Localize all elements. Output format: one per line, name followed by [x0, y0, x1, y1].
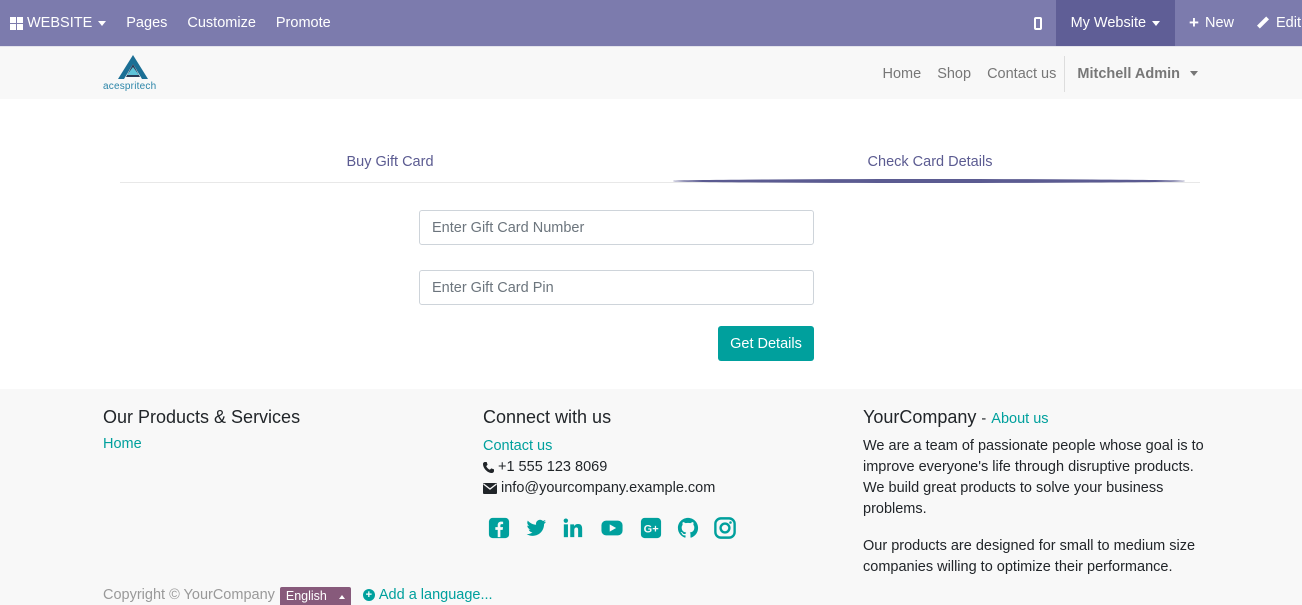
chevron-down-icon	[1190, 71, 1198, 77]
my-website-dropdown[interactable]: My Website	[1055, 0, 1176, 46]
plus-circle-icon: +	[362, 589, 375, 601]
envelope-icon	[483, 483, 497, 494]
mobile-preview-button[interactable]	[1020, 0, 1056, 46]
facebook-icon[interactable]	[488, 517, 510, 539]
website-menu-label: WEBSITE	[27, 15, 93, 31]
linkedin-icon[interactable]	[562, 517, 584, 539]
language-selector[interactable]: English	[279, 587, 351, 605]
copyright-text: Copyright © YourCompany	[103, 587, 275, 603]
social-links: G+	[488, 517, 813, 539]
site-header: acespritech Home Shop Contact us Mitchel…	[0, 46, 1302, 99]
youtube-icon[interactable]	[599, 517, 625, 539]
tab-check-card-details[interactable]: Check Card Details	[660, 143, 1200, 179]
edit-label: Edit	[1276, 15, 1301, 31]
phone-number: +1 555 123 8069	[498, 459, 608, 475]
add-language-label: Add a language...	[378, 587, 493, 603]
email-address: info@yourcompany.example.com	[501, 480, 716, 496]
footer-company-title: YourCompany - About us	[863, 407, 1213, 428]
copyright-bar: Copyright © YourCompany English + Add a …	[103, 587, 493, 605]
logo-text: acespritech	[103, 81, 157, 92]
main-nav: Home Shop Contact us Mitchell Admin	[875, 47, 1207, 100]
menu-promote[interactable]: Promote	[266, 0, 341, 46]
active-tab-indicator	[673, 179, 1185, 183]
footer-connect-title: Connect with us	[483, 407, 612, 427]
nav-shop[interactable]: Shop	[929, 66, 979, 82]
title-separator: -	[981, 411, 987, 427]
footer: Our Products & Services Home Connect wit…	[0, 389, 1302, 605]
nav-contact-us[interactable]: Contact us	[979, 66, 1064, 82]
user-name: Mitchell Admin	[1077, 65, 1180, 82]
footer-products: Our Products & Services Home	[103, 407, 300, 452]
chevron-down-icon	[98, 20, 107, 26]
google-plus-icon[interactable]: G+	[640, 517, 662, 539]
footer-phone: +1 555 123 8069	[483, 457, 813, 478]
add-language-link[interactable]: + Add a language...	[362, 587, 493, 603]
mobile-phone-icon	[1033, 16, 1042, 30]
get-details-button[interactable]: Get Details	[718, 326, 814, 361]
admin-bar: WEBSITE Pages Customize Promote My Websi…	[0, 0, 1302, 46]
svg-text:G+: G+	[644, 524, 659, 536]
footer-connect: Connect with us Contact us +1 555 123 80…	[483, 407, 813, 539]
site-logo[interactable]: acespritech	[103, 55, 163, 93]
company-name: YourCompany	[863, 407, 977, 427]
twitter-icon[interactable]	[525, 517, 547, 539]
footer-company: YourCompany - About us We are a team of …	[863, 407, 1213, 578]
menu-customize[interactable]: Customize	[177, 0, 266, 46]
github-icon[interactable]	[677, 517, 699, 539]
about-us-link[interactable]: About us	[991, 411, 1048, 427]
footer-home-link[interactable]: Home	[103, 436, 300, 452]
apps-grid-icon	[10, 16, 23, 30]
footer-products-title: Our Products & Services	[103, 407, 301, 427]
user-menu[interactable]: Mitchell Admin	[1069, 66, 1206, 82]
company-products-description: Our products are designed for small to m…	[863, 538, 1196, 575]
pencil-icon	[1258, 17, 1270, 29]
new-label: New	[1204, 15, 1234, 31]
chevron-up-icon	[338, 595, 345, 599]
nav-home[interactable]: Home	[875, 66, 930, 82]
footer-email: info@yourcompany.example.com	[483, 478, 813, 499]
website-menu[interactable]: WEBSITE	[0, 0, 116, 46]
company-description: We are a team of passionate people whose…	[863, 438, 1204, 517]
acespritech-logo-icon	[118, 55, 148, 79]
phone-icon	[483, 462, 494, 473]
plus-icon: +	[1189, 13, 1199, 32]
my-website-label: My Website	[1070, 15, 1147, 31]
language-label: English	[285, 589, 327, 603]
new-button[interactable]: + New	[1175, 0, 1248, 46]
edit-button[interactable]: Edit	[1248, 0, 1302, 46]
gift-card-pin-input[interactable]	[419, 270, 814, 305]
menu-pages[interactable]: Pages	[116, 0, 177, 46]
gift-card-number-input[interactable]	[419, 210, 814, 245]
chevron-down-icon	[1152, 20, 1161, 26]
footer-contact-link[interactable]: Contact us	[483, 436, 813, 457]
nav-divider	[1064, 55, 1066, 92]
tab-buy-gift-card[interactable]: Buy Gift Card	[120, 143, 660, 179]
instagram-icon[interactable]	[714, 517, 736, 539]
gift-card-tabs: Buy Gift Card Check Card Details	[120, 143, 1200, 183]
